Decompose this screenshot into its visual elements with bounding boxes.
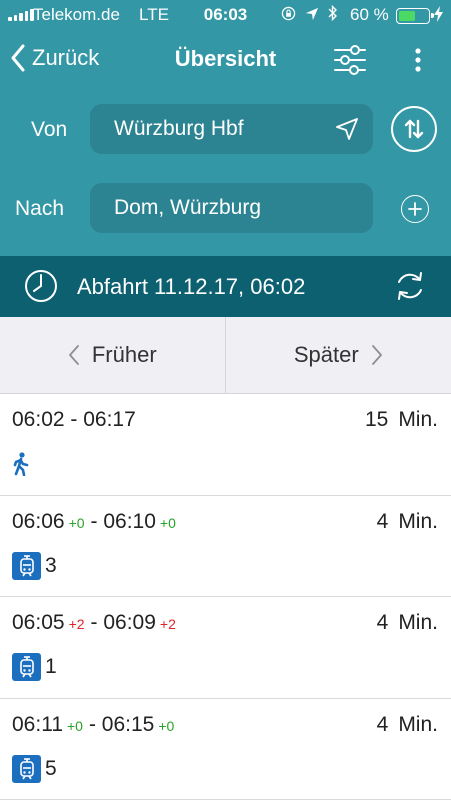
line-number: 1: [45, 655, 57, 678]
arrival-delay: +0: [158, 717, 175, 734]
add-via-button[interactable]: [401, 195, 429, 223]
battery-icon: [396, 8, 434, 24]
duration-unit: Min.: [398, 712, 438, 736]
time-separator: -: [70, 408, 84, 431]
connection-duration: 4 Min.: [377, 713, 438, 737]
departure-time-bar[interactable]: Abfahrt 11.12.17, 06:02: [0, 256, 451, 317]
later-label: Später: [293, 342, 359, 367]
duration-value: 15: [364, 408, 389, 431]
arrival-delay: +0: [159, 514, 176, 531]
connection-times: 06:05 +2- 06:09 +2: [12, 611, 182, 635]
connection-row[interactable]: 06:02 - 06:17 15 Min.: [0, 394, 451, 496]
orientation-lock-icon: [281, 6, 296, 26]
departure-time: 06:11: [12, 712, 63, 736]
arrival-time: 06:10: [103, 509, 156, 533]
departure-delay: +2: [68, 616, 85, 632]
tram-icon: [12, 551, 41, 580]
location-arrow-icon: [305, 6, 319, 26]
plus-icon: [408, 202, 422, 216]
sliders-icon: [334, 45, 366, 75]
connection-duration: 4 Min.: [377, 611, 438, 635]
clock-icon: [24, 269, 58, 308]
arrival-time: 06:15: [101, 712, 155, 736]
to-label: Nach: [15, 197, 65, 220]
connection-row[interactable]: 06:05 +2- 06:09 +2 4 Min. 1: [0, 597, 451, 699]
chevron-left-icon: [68, 345, 79, 365]
transport-mode: 3: [12, 551, 57, 580]
current-location-icon[interactable]: [335, 117, 359, 147]
from-field[interactable]: Würzburg Hbf: [90, 104, 373, 154]
paging-bar: Früher Später: [0, 317, 451, 394]
connection-times: 06:02 - 06:17: [12, 408, 136, 432]
departure-time-text: Abfahrt 11.12.17, 06:02: [77, 274, 306, 299]
battery-percent: 60 %: [350, 5, 389, 24]
more-options-button[interactable]: [406, 42, 430, 78]
duration-unit: Min.: [398, 509, 438, 533]
refresh-icon[interactable]: [392, 268, 428, 309]
departure-time: 06:05: [12, 611, 65, 634]
connection-row[interactable]: 06:11 +0- 06:15 +0 4 Min. 5: [0, 699, 451, 800]
later-button[interactable]: Später: [226, 317, 451, 393]
connection-times: 06:11 +0- 06:15 +0: [12, 713, 180, 737]
arrival-time: 06:09: [103, 611, 156, 634]
duration-value: 4: [376, 509, 389, 533]
time-separator: -: [88, 712, 102, 736]
departure-delay: +0: [68, 514, 85, 531]
earlier-button[interactable]: Früher: [0, 317, 226, 393]
earlier-label: Früher: [91, 342, 157, 367]
time-separator: -: [90, 611, 104, 634]
arrival-time: 06:17: [83, 408, 136, 431]
walk-icon: [12, 452, 30, 482]
departure-time: 06:06: [12, 509, 65, 533]
from-label: Von: [31, 118, 68, 141]
duration-value: 4: [376, 611, 389, 634]
tram-icon: [12, 754, 41, 783]
connection-times: 06:06 +0- 06:10 +0: [12, 510, 182, 534]
page-title: Übersicht: [174, 46, 277, 71]
line-number: 3: [45, 553, 57, 577]
arrival-delay: +2: [159, 616, 176, 632]
more-vertical-icon: [415, 48, 421, 72]
swap-vertical-icon: [404, 119, 424, 139]
connection-duration: 15 Min.: [365, 408, 438, 432]
bluetooth-icon: [328, 4, 338, 26]
swap-stations-button[interactable]: [391, 106, 437, 152]
departure-time: 06:02: [12, 408, 65, 431]
connection-row[interactable]: 06:06 +0- 06:10 +0 4 Min. 3: [0, 496, 451, 597]
departure-delay: +0: [67, 717, 83, 734]
from-value: Würzburg Hbf: [114, 117, 244, 140]
tram-icon: [12, 653, 41, 681]
to-field[interactable]: Dom, Würzburg: [90, 183, 373, 233]
transport-mode: 1: [12, 653, 57, 681]
status-bar: Telekom.de LTE 06:03 60 %: [0, 0, 451, 30]
charging-bolt-icon: [434, 6, 443, 27]
to-value: Dom, Würzburg: [114, 196, 262, 219]
transport-mode: [12, 452, 30, 482]
connection-list: 06:02 - 06:17 15 Min. 06:06 +0- 06:10 +0 4M…: [0, 394, 451, 800]
chevron-right-icon: [371, 345, 382, 365]
duration-value: 4: [376, 712, 389, 736]
time-separator: -: [90, 509, 104, 533]
transport-mode: 5: [12, 754, 57, 783]
filter-settings-button[interactable]: [332, 42, 368, 78]
line-number: 5: [45, 756, 57, 780]
connection-duration: 4 Min.: [377, 510, 438, 534]
duration-unit: Min.: [398, 611, 438, 634]
duration-unit: Min.: [398, 408, 438, 431]
